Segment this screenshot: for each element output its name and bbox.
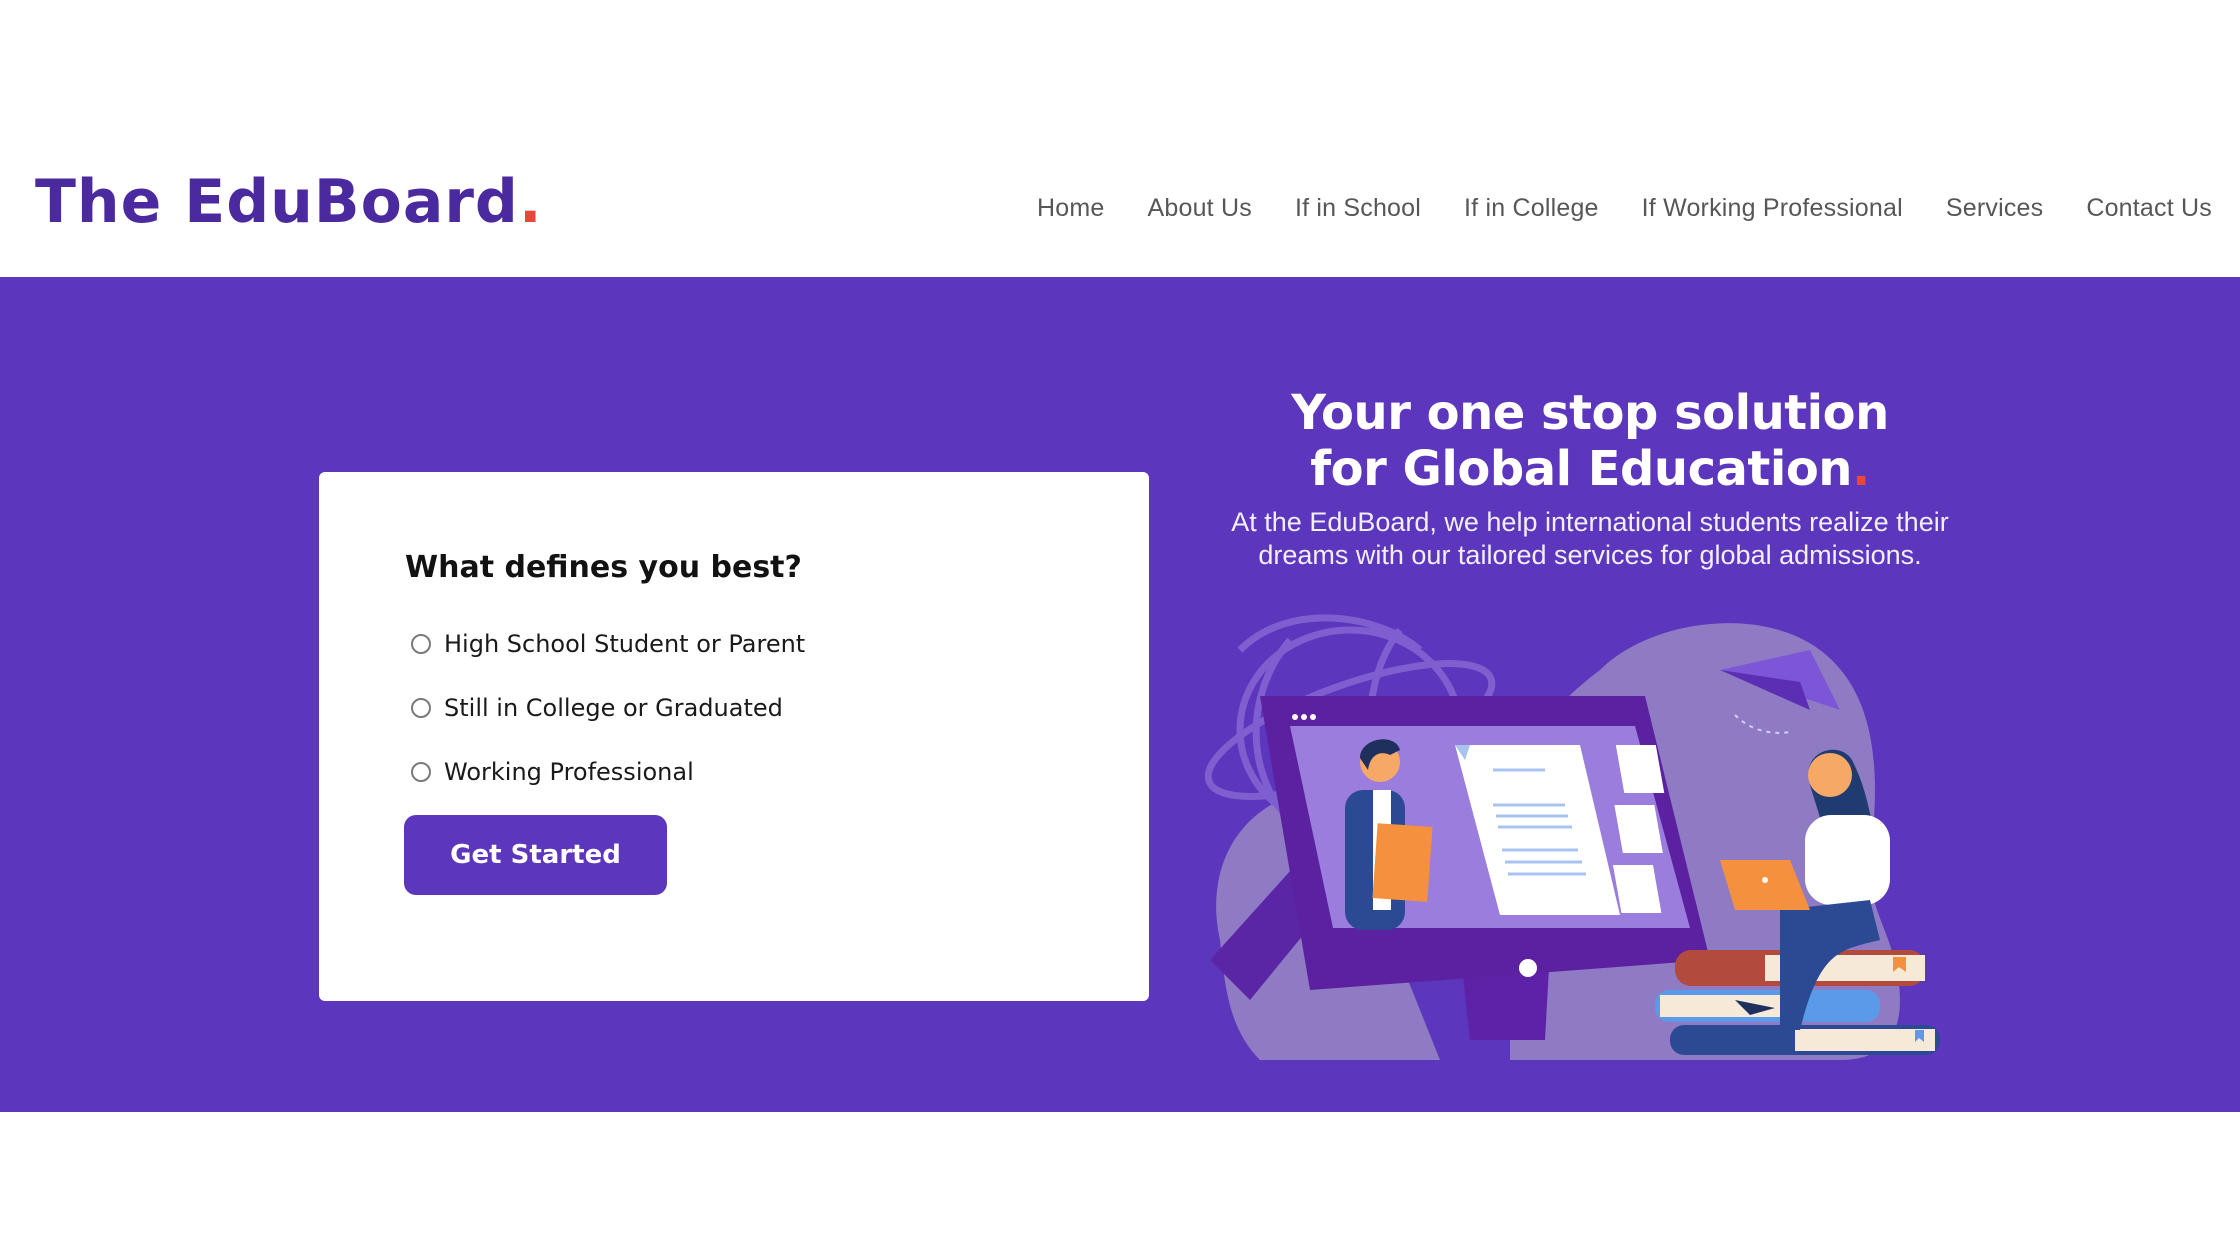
option-working-professional[interactable]: Working Professional — [411, 758, 694, 786]
nav-contact-us[interactable]: Contact Us — [2086, 194, 2212, 223]
nav-if-in-school[interactable]: If in School — [1295, 194, 1421, 223]
hero-subtext: At the EduBoard, we help international s… — [1150, 506, 2030, 572]
online-education-illustration — [1204, 614, 1940, 1060]
radio-college[interactable] — [411, 698, 431, 718]
nav-services[interactable]: Services — [1946, 194, 2043, 223]
site-header: The EduBoard. Home About Us If in School… — [0, 0, 2240, 277]
logo-text: The EduBoard — [35, 167, 519, 237]
thumbnail-1 — [1615, 745, 1665, 793]
nav-if-working-professional[interactable]: If Working Professional — [1642, 194, 1903, 223]
nav-home[interactable]: Home — [1037, 194, 1105, 223]
headline-dot: . — [1851, 441, 1870, 497]
option-high-school[interactable]: High School Student or Parent — [411, 630, 805, 658]
option-college[interactable]: Still in College or Graduated — [411, 694, 783, 722]
nav-if-in-college[interactable]: If in College — [1464, 194, 1599, 223]
thumbnail-3 — [1612, 865, 1662, 913]
option-label: Working Professional — [444, 758, 694, 786]
logo[interactable]: The EduBoard. — [35, 172, 543, 232]
nav-about-us[interactable]: About Us — [1148, 194, 1252, 223]
profile-form-card: What defines you best? High School Stude… — [319, 472, 1149, 1001]
logo-dot: . — [518, 167, 543, 237]
option-label: Still in College or Graduated — [444, 694, 783, 722]
subtext-line1: At the EduBoard, we help international s… — [1231, 507, 1949, 537]
get-started-button[interactable]: Get Started — [404, 815, 667, 895]
radio-working-professional[interactable] — [411, 762, 431, 782]
headline-line1: Your one stop solution — [1291, 385, 1889, 441]
subtext-line2: dreams with our tailored services for gl… — [1258, 540, 1922, 570]
radio-high-school[interactable] — [411, 634, 431, 654]
form-question: What defines you best? — [405, 550, 802, 585]
main-nav: Home About Us If in School If in College… — [1037, 194, 2212, 223]
option-label: High School Student or Parent — [444, 630, 806, 658]
thumbnail-2 — [1614, 805, 1663, 853]
headline-line2: for Global Education — [1310, 441, 1852, 497]
monitor-power-led — [1519, 959, 1537, 977]
hero-headline: Your one stop solution for Global Educat… — [1160, 385, 2020, 497]
